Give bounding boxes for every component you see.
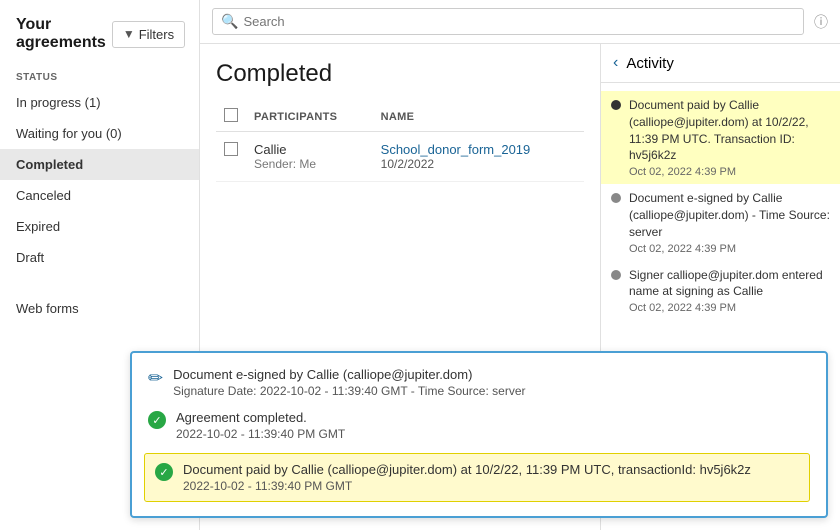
page-title: Completed <box>216 60 584 88</box>
activity-dot-3 <box>611 270 621 280</box>
popup-text-main-2: Agreement completed. <box>176 410 345 425</box>
row-participants: Callie Sender: Me <box>246 132 373 182</box>
info-icon[interactable]: ⓘ <box>814 12 828 32</box>
search-wrapper: 🔍 <box>212 8 804 35</box>
row-checkbox[interactable] <box>224 142 238 156</box>
top-bar: 🔍 ⓘ <box>200 0 840 44</box>
popup-text-main-1: Document e-signed by Callie (calliope@ju… <box>173 367 525 382</box>
popup-item-3: ✓ Document paid by Callie (calliope@jupi… <box>144 453 810 502</box>
sidebar-item-canceled[interactable]: Canceled <box>0 180 199 211</box>
sidebar-item-waiting[interactable]: Waiting for you (0) <box>0 118 199 149</box>
back-arrow-icon[interactable]: ‹ <box>613 54 618 72</box>
activity-dot-2 <box>611 193 621 203</box>
sidebar-item-web-forms[interactable]: Web forms <box>0 293 199 324</box>
popup-text-sub-1: Signature Date: 2022-10-02 - 11:39:40 GM… <box>173 384 525 398</box>
activity-title: Activity <box>626 55 674 72</box>
search-input[interactable] <box>243 14 795 29</box>
check-icon-1: ✓ <box>148 411 166 429</box>
pen-icon: ✏ <box>148 368 163 389</box>
sidebar-item-in-progress[interactable]: In progress (1) <box>0 87 199 118</box>
activity-dot-1 <box>611 100 621 110</box>
col-checkbox <box>216 102 246 132</box>
search-icon: 🔍 <box>221 13 238 30</box>
check-icon-2: ✓ <box>155 463 173 481</box>
row-doc-name: School_donor_form_2019 10/2/2022 <box>373 132 584 182</box>
sidebar-item-draft[interactable]: Draft <box>0 242 199 273</box>
col-name: NAME <box>373 102 584 132</box>
activity-text-1: Document paid by Callie (calliope@jupite… <box>629 97 830 164</box>
status-label: STATUS <box>0 64 199 87</box>
filter-icon: ▼ <box>123 27 135 41</box>
activity-date-2: Oct 02, 2022 4:39 PM <box>629 243 830 255</box>
sidebar-title: Your agreements <box>16 16 106 52</box>
activity-item-2: Document e-signed by Callie (calliope@ju… <box>601 184 840 260</box>
popup-panel: ✏ Document e-signed by Callie (calliope@… <box>130 351 828 518</box>
activity-header: ‹ Activity <box>601 44 840 83</box>
activity-item-3: Signer calliope@jupiter.dom entered name… <box>601 261 840 321</box>
sidebar-item-completed[interactable]: Completed <box>0 149 199 180</box>
popup-item-1: ✏ Document e-signed by Callie (calliope@… <box>148 367 810 398</box>
sidebar-item-expired[interactable]: Expired <box>0 211 199 242</box>
activity-date-1: Oct 02, 2022 4:39 PM <box>629 166 830 178</box>
activity-text-2: Document e-signed by Callie (calliope@ju… <box>629 190 830 240</box>
popup-text-sub-2: 2022-10-02 - 11:39:40 PM GMT <box>176 427 345 441</box>
activity-item-1: Document paid by Callie (calliope@jupite… <box>601 91 840 184</box>
row-checkbox-cell <box>216 132 246 182</box>
col-participants: PARTICIPANTS <box>246 102 373 132</box>
agreements-table: PARTICIPANTS NAME Callie Sender: Me <box>216 102 584 182</box>
popup-text-sub-3: 2022-10-02 - 11:39:40 PM GMT <box>183 479 751 493</box>
popup-item-2: ✓ Agreement completed. 2022-10-02 - 11:3… <box>148 410 810 441</box>
filters-button[interactable]: ▼ Filters <box>112 21 185 48</box>
activity-date-3: Oct 02, 2022 4:39 PM <box>629 302 830 314</box>
table-row: Callie Sender: Me School_donor_form_2019… <box>216 132 584 182</box>
header-checkbox[interactable] <box>224 108 238 122</box>
activity-text-3: Signer calliope@jupiter.dom entered name… <box>629 267 830 301</box>
popup-text-main-3: Document paid by Callie (calliope@jupite… <box>183 462 751 477</box>
